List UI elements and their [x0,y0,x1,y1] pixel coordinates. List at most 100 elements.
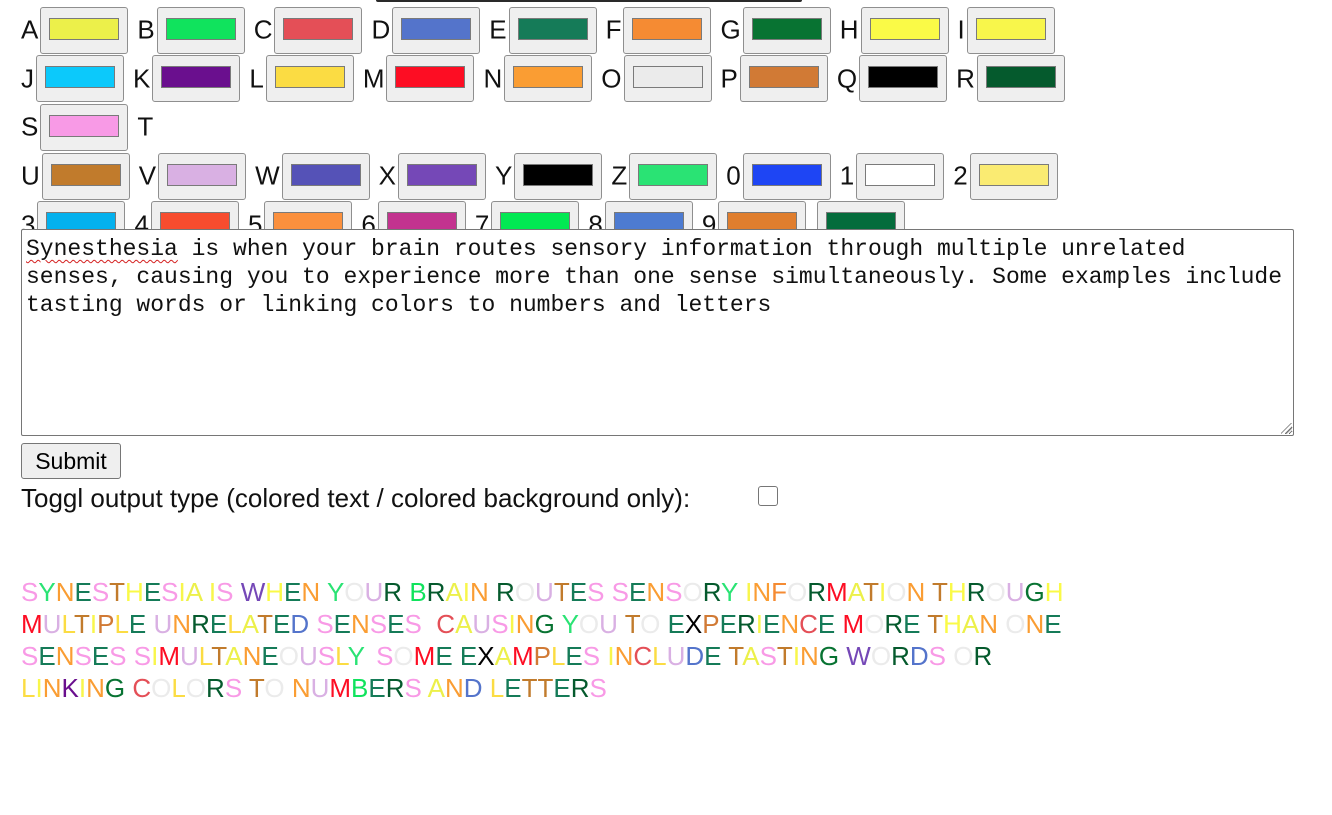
color-swatch [978,163,1049,186]
color-picker-input[interactable] [976,55,1065,103]
color-picker-input[interactable] [742,152,831,200]
color-swatch [517,17,588,40]
output-char: R [891,641,910,671]
color-picker-input[interactable] [859,55,948,103]
output-char: N [646,577,666,607]
color-picker-label: V [138,160,157,191]
output-char: I [178,577,186,607]
color-picker-input[interactable] [739,55,828,103]
output-char: N [780,609,800,639]
color-picker-input[interactable] [623,55,712,103]
output-char: Y [347,641,362,671]
color-picker-input[interactable] [860,6,949,54]
output-char: T [248,673,265,703]
output-char: R [702,577,721,607]
color-picker-input[interactable] [514,152,603,200]
color-swatch [161,66,232,89]
color-picker-label: D [371,14,391,45]
output-char: S [216,577,234,607]
output-char [242,673,249,703]
color-picker-input[interactable] [41,152,130,200]
color-picker-label: K [133,63,151,94]
output-char: I [462,577,471,607]
color-picker-input[interactable] [629,152,718,200]
output-char: O [864,609,885,639]
output-char: S [404,673,422,703]
color-picker-item: G [720,6,839,54]
output-char: E [128,609,147,639]
output-char: N [1025,609,1045,639]
color-swatch [975,17,1046,40]
toggle-output-type-checkbox[interactable] [758,486,778,506]
color-picker-input[interactable] [508,6,597,54]
color-picker-label: F [605,14,622,45]
output-char: O [640,609,661,639]
output-char: O [1005,609,1026,639]
output-char: S [491,609,509,639]
output-char: Y [38,577,56,607]
output-char: E [628,577,647,607]
output-char [483,673,490,703]
text-input-area[interactable]: Synesthesia is when your brain routes se… [21,229,1294,436]
color-picker-input[interactable] [386,55,475,103]
color-picker-item: J [21,55,133,103]
color-picker-input[interactable] [40,6,129,54]
output-char: E [261,641,279,671]
output-char: N [291,673,311,703]
output-char: M [826,577,848,607]
color-picker-input[interactable] [969,152,1058,200]
color-picker-input[interactable] [742,6,831,54]
color-picker-label: S [21,111,39,142]
color-picker-label: P [720,63,738,94]
output-char [127,641,134,671]
color-picker-input[interactable] [36,55,124,103]
color-swatch [869,17,940,40]
color-picker-label: M [362,63,385,94]
color-picker-input[interactable] [856,152,945,200]
output-char: L [171,673,186,703]
color-picker-item: 1 [839,152,953,200]
color-picker-input[interactable] [265,55,354,103]
toggle-output-type-label: Toggl output type (colored text / colore… [21,483,691,513]
color-swatch [407,163,478,186]
color-picker-item: X [379,152,495,200]
color-picker-input[interactable] [274,6,363,54]
color-swatch [401,17,472,40]
output-line: MULTIPLE UNRELATED SENSES, CAUSING YOU T… [21,608,1221,640]
color-picker-input[interactable] [281,152,370,200]
color-picker-input[interactable] [966,6,1055,54]
color-picker-input[interactable] [504,55,593,103]
color-picker-item: 0 [726,152,839,200]
color-picker-input[interactable] [398,152,487,200]
output-char: E [143,577,162,607]
output-char: M [21,609,43,639]
submit-button[interactable]: Submit [21,443,121,479]
output-char: R [736,609,756,639]
color-picker-input[interactable] [158,152,247,200]
output-char: L [61,609,74,639]
output-char: L [227,609,242,639]
output-char: A [225,641,243,671]
color-picker-input[interactable] [40,103,129,151]
color-swatch [638,163,709,186]
color-picker-input[interactable] [392,6,481,54]
color-picker-input[interactable] [623,6,712,54]
color-picker-input[interactable] [156,6,245,54]
output-char: N [55,641,75,671]
output-char: E [704,641,722,671]
output-char: S [109,641,127,671]
color-swatch [45,66,115,89]
output-char: E [368,673,386,703]
output-char [555,609,562,639]
color-picker-input[interactable] [152,55,241,103]
color-picker-label: L [249,63,264,94]
output-char: C [633,641,653,671]
output-char: U [472,609,492,639]
output-char: S [376,641,394,671]
output-char: T [553,577,570,607]
resize-handle-icon[interactable] [1281,423,1292,434]
output-char: L [550,641,566,671]
color-picker-label: 1 [839,160,855,191]
color-swatch [751,163,822,186]
color-swatch [49,17,120,40]
